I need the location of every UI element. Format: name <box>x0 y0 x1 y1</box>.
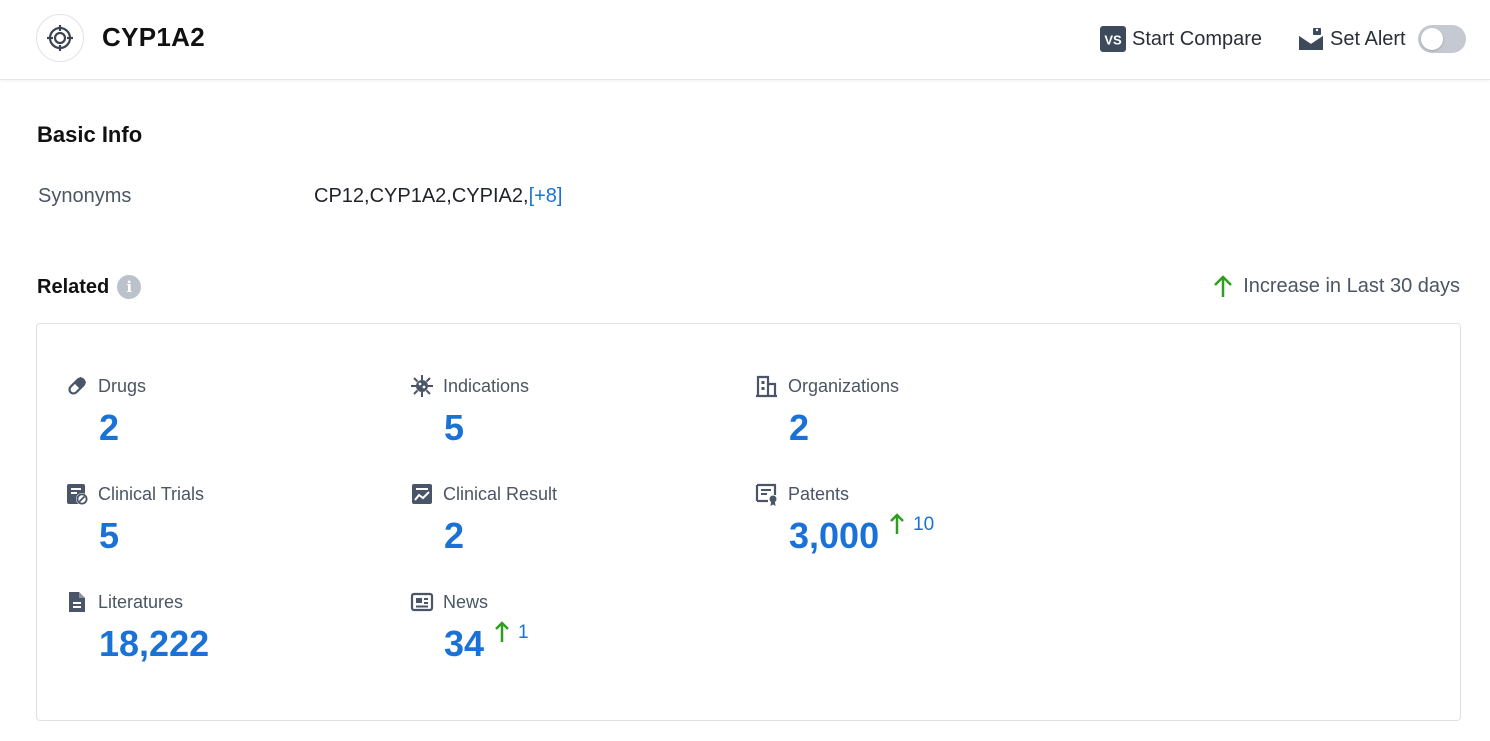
info-icon[interactable]: i <box>117 275 141 299</box>
svg-text:VS: VS <box>1104 33 1122 48</box>
stat-organizations-value[interactable]: 2 <box>789 406 809 450</box>
synonyms-list: CP12,CYP1A2,CYPIA2, <box>314 185 529 207</box>
stat-clinical-result-value[interactable]: 2 <box>444 514 464 558</box>
up-arrow-icon <box>494 620 510 644</box>
stat-organizations-label: Organizations <box>788 376 899 397</box>
stat-clinical-result-header[interactable]: Clinical Result <box>410 482 557 506</box>
stat-drugs-value[interactable]: 2 <box>99 406 119 450</box>
stat-clinical-result: Clinical Result 2 <box>410 482 557 558</box>
document-icon <box>65 590 89 614</box>
stat-news-label: News <box>443 592 488 613</box>
clinical-trial-icon <box>65 482 89 506</box>
toggle-knob <box>1421 28 1443 50</box>
stat-literatures: Literatures 18,222 <box>65 590 209 666</box>
set-alert-control[interactable]: Set Alert <box>1298 25 1466 53</box>
stat-patents-header[interactable]: Patents <box>755 482 934 506</box>
virus-icon <box>410 374 434 398</box>
stat-patents: Patents 3,000 10 <box>755 482 934 558</box>
synonyms-label: Synonyms <box>38 185 131 208</box>
stat-indications-header[interactable]: Indications <box>410 374 529 398</box>
up-arrow-icon <box>889 512 905 536</box>
building-icon <box>755 374 779 398</box>
vs-icon: VS <box>1100 26 1126 52</box>
stat-organizations-header[interactable]: Organizations <box>755 374 899 398</box>
stat-patents-delta: 10 <box>913 514 934 536</box>
basic-info-title: Basic Info <box>37 122 142 148</box>
stat-news: News 34 1 <box>410 590 529 666</box>
stat-clinical-trials-value[interactable]: 5 <box>99 514 119 558</box>
stat-patents-increase[interactable]: 10 <box>889 512 934 536</box>
pill-icon <box>65 374 89 398</box>
start-compare-button[interactable]: VS Start Compare <box>1100 25 1262 53</box>
increase-legend: Increase in Last 30 days <box>1213 274 1460 298</box>
stat-indications-label: Indications <box>443 376 529 397</box>
stat-clinical-trials: Clinical Trials 5 <box>65 482 204 558</box>
stat-clinical-trials-label: Clinical Trials <box>98 484 204 505</box>
stat-patents-label: Patents <box>788 484 849 505</box>
stat-drugs: Drugs 2 <box>65 374 146 450</box>
related-stats-card: Drugs 2 Indications 5 <box>36 323 1461 721</box>
related-title-text: Related <box>37 276 109 299</box>
stat-news-value[interactable]: 34 <box>444 622 484 666</box>
stat-clinical-trials-header[interactable]: Clinical Trials <box>65 482 204 506</box>
stat-drugs-header[interactable]: Drugs <box>65 374 146 398</box>
stat-drugs-label: Drugs <box>98 376 146 397</box>
alert-mail-icon <box>1298 27 1324 51</box>
stat-patents-value[interactable]: 3,000 <box>789 514 879 558</box>
target-icon <box>36 14 84 62</box>
chart-report-icon <box>410 482 434 506</box>
related-title: Related i <box>37 275 141 299</box>
page-title: CYP1A2 <box>102 22 205 53</box>
stat-indications-value[interactable]: 5 <box>444 406 464 450</box>
start-compare-label: Start Compare <box>1132 28 1262 51</box>
stat-literatures-label: Literatures <box>98 592 183 613</box>
stat-news-header[interactable]: News <box>410 590 529 614</box>
stat-indications: Indications 5 <box>410 374 529 450</box>
stat-news-delta: 1 <box>518 622 529 644</box>
synonyms-more-link[interactable]: [+8] <box>529 185 563 207</box>
stat-literatures-value[interactable]: 18,222 <box>99 622 209 666</box>
synonyms-value: CP12,CYP1A2,CYPIA2,[+8] <box>314 185 562 208</box>
top-bar: CYP1A2 VS Start Compare Set Alert <box>0 0 1490 80</box>
stat-clinical-result-label: Clinical Result <box>443 484 557 505</box>
stat-literatures-header[interactable]: Literatures <box>65 590 209 614</box>
up-arrow-icon <box>1213 274 1233 298</box>
patent-certificate-icon <box>755 482 779 506</box>
alert-toggle[interactable] <box>1418 25 1466 53</box>
set-alert-label: Set Alert <box>1330 28 1406 51</box>
stat-organizations: Organizations 2 <box>755 374 899 450</box>
stat-news-increase[interactable]: 1 <box>494 620 529 644</box>
newspaper-icon <box>410 590 434 614</box>
legend-label: Increase in Last 30 days <box>1243 275 1460 298</box>
